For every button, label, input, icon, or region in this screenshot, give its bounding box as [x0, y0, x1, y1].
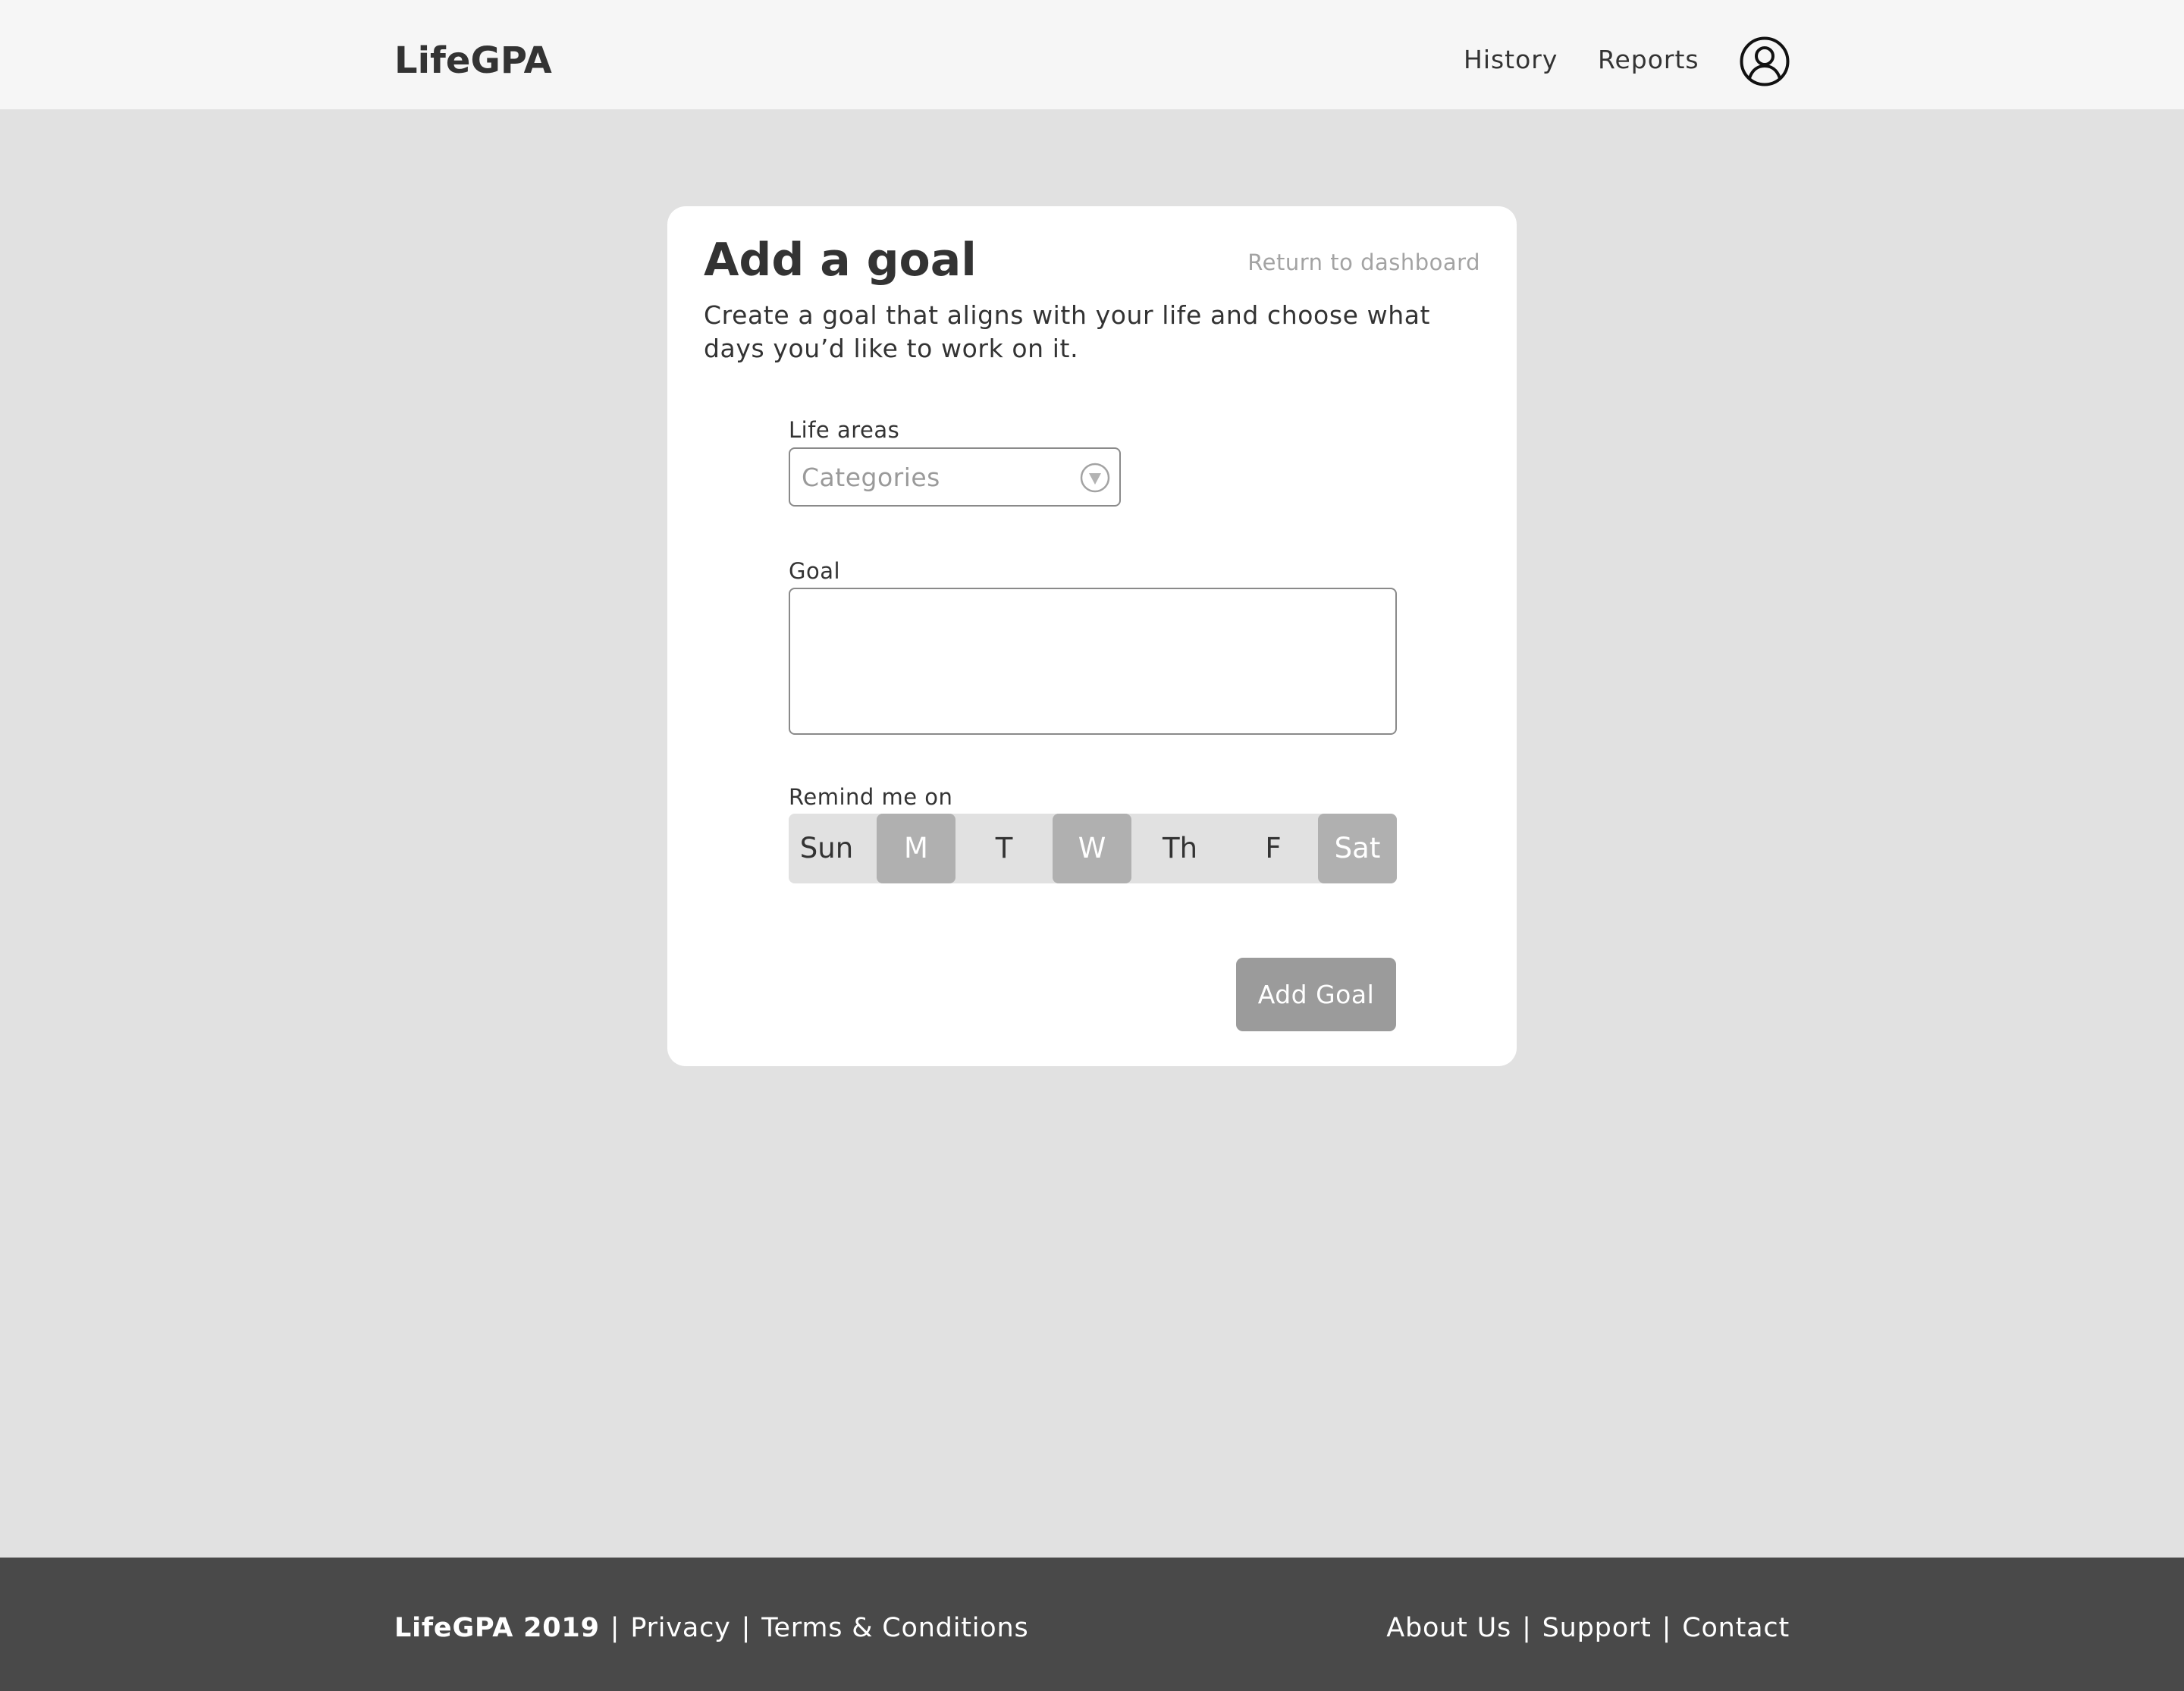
- footer-separator: |: [1522, 1613, 1532, 1643]
- day-mon-toggle[interactable]: M: [877, 814, 956, 883]
- return-to-dashboard-link[interactable]: Return to dashboard: [1247, 247, 1480, 278]
- page-description: Create a goal that aligns with your life…: [704, 300, 1431, 363]
- footer-brand: LifeGPA 2019: [394, 1613, 600, 1643]
- goal-label: Goal: [789, 558, 841, 584]
- top-navbar: LifeGPA History Reports: [0, 0, 2184, 110]
- footer-contact-link[interactable]: Contact: [1682, 1613, 1790, 1643]
- life-areas-select[interactable]: Categories: [789, 447, 1121, 507]
- page-title: Add a goal: [704, 234, 977, 287]
- life-areas-placeholder: Categories: [802, 463, 940, 492]
- footer-separator: |: [741, 1613, 752, 1643]
- add-goal-button[interactable]: Add Goal: [1236, 958, 1396, 1031]
- remind-me-label: Remind me on: [789, 784, 953, 810]
- day-wed-toggle[interactable]: W: [1053, 814, 1131, 883]
- footer-right: About Us | Support | Contact: [1386, 1611, 1790, 1646]
- footer-privacy-link[interactable]: Privacy: [630, 1613, 730, 1643]
- nav-reports-link[interactable]: Reports: [1598, 43, 1699, 77]
- nav-history-link[interactable]: History: [1464, 43, 1558, 77]
- day-sun-toggle[interactable]: Sun: [789, 814, 864, 883]
- life-areas-label: Life areas: [789, 417, 900, 443]
- footer-support-link[interactable]: Support: [1542, 1613, 1652, 1643]
- day-sat-toggle[interactable]: Sat: [1318, 814, 1397, 883]
- app-logo[interactable]: LifeGPA: [394, 38, 552, 83]
- footer-separator: |: [1662, 1613, 1672, 1643]
- user-circle-icon[interactable]: [1740, 36, 1790, 86]
- goal-textarea[interactable]: [789, 588, 1397, 735]
- footer-terms-link[interactable]: Terms & Conditions: [761, 1613, 1028, 1643]
- day-tue-toggle[interactable]: T: [956, 814, 1053, 883]
- footer-left: LifeGPA 2019 | Privacy | Terms & Conditions: [394, 1611, 1029, 1646]
- footer-about-link[interactable]: About Us: [1386, 1613, 1511, 1643]
- day-thu-toggle[interactable]: Th: [1131, 814, 1228, 883]
- add-goal-card: Add a goal Return to dashboard Create a …: [667, 206, 1517, 1066]
- footer-separator: |: [610, 1613, 620, 1643]
- chevron-down-circle-icon: [1080, 463, 1110, 493]
- footer: LifeGPA 2019 | Privacy | Terms & Conditions …: [0, 1558, 2184, 1691]
- day-fri-toggle[interactable]: F: [1228, 814, 1318, 883]
- day-selector: Sun M T W Th F Sat: [789, 814, 1397, 883]
